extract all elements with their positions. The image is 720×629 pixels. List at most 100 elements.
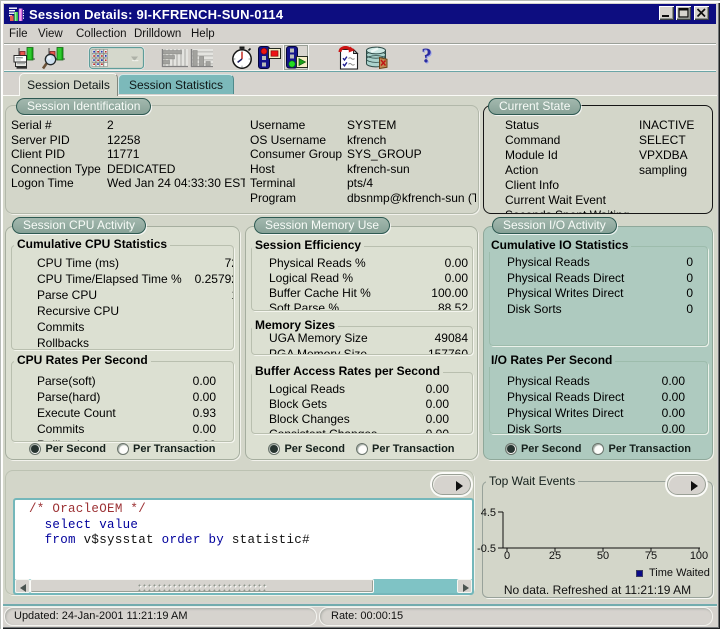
stat-row: Commits [37,319,234,335]
per-transaction-radio[interactable] [592,443,604,455]
print-chart-icon[interactable] [13,47,39,75]
row-value [639,193,710,208]
menu-item-view[interactable]: View [38,28,63,40]
stat-value: 0.00 [662,389,685,405]
group-title: Cumulative IO Statistics [488,239,631,252]
close-button[interactable] [694,6,709,20]
chart-type-dropdown[interactable] [88,46,145,75]
menu-item-collection[interactable]: Collection [76,28,127,40]
stat-row: Physical Writes Direct0.00 [507,405,685,421]
x-tick-label: 0 [492,550,522,562]
row-label: Consumer Group [250,147,347,162]
app-window: Session Details: 9I-KFRENCH-SUN-0114 Fil… [0,0,720,629]
session-io-activity-panel: Physical Reads0Physical Reads Direct0Phy… [483,226,713,460]
stat-row: Rollbacks0.00 [37,437,216,442]
per-transaction-radio[interactable] [117,443,129,455]
scrollbar-track[interactable] [374,579,457,593]
menu-bar: File View Collection Drilldown Help [4,25,716,43]
stat-row: Physical Reads %0.00 [269,256,468,271]
per-second-radio[interactable] [29,443,41,455]
per-second-radio[interactable] [268,443,280,455]
stat-row: Parse CPU1 [37,287,234,303]
status-updated: Updated: 24-Jan-2001 11:21:19 AM [4,607,317,626]
stat-label: Disk Sorts [507,421,662,434]
sql-code: /* OracleOEM */ select value from v$syss… [15,500,472,549]
stat-row: Physical Reads Direct0 [507,271,693,287]
session-id-right-column: UsernameSYSTEMOS UsernamekfrenchConsumer… [250,118,476,206]
row-value: VPXDBA [639,148,710,163]
current-state-panel: StatusINACTIVECommandSELECTModule IdVPXD… [483,105,713,214]
stop-collection-icon[interactable] [258,46,281,74]
kv-row: Logon TimeWed Jan 24 04:33:30 EST [11,176,245,191]
scroll-right-icon[interactable] [457,579,472,593]
database-icon[interactable] [365,46,389,74]
stat-value: 0.00 [445,256,468,271]
row-value: INACTIVE [639,118,710,133]
top-wait-events-title: Top Wait Events [486,474,578,488]
row-label: Current Wait Event [505,193,639,208]
stat-label: Rollbacks [37,335,234,350]
stat-value: 0.93 [193,405,216,421]
kv-row: StatusINACTIVE [505,118,710,133]
stopwatch-icon[interactable] [231,46,253,75]
memory-radio-row: Per Second Per Transaction [246,443,477,455]
maximize-button[interactable] [676,6,691,20]
stat-label: Logical Reads [269,382,426,397]
vertical-bar-chart-icon[interactable] [190,49,213,73]
row-value [639,178,710,193]
kv-row: Seconds Spent Waiting [505,208,710,214]
sql-line: from v$sysstat order by statistic# [15,533,472,549]
per-second-radio[interactable] [505,443,517,455]
sql-text-area[interactable]: /* OracleOEM */ select value from v$syss… [13,498,474,595]
row-value: Wed Jan 24 04:33:30 EST [107,176,245,191]
row-value: sampling [639,163,710,178]
per-transaction-radio[interactable] [356,443,368,455]
chart-legend: Time Waited [636,567,710,579]
tab-session-details[interactable]: Session Details [19,73,118,96]
session-efficiency-group: Physical Reads %0.00Logical Read %0.00Bu… [251,246,473,311]
scroll-left-icon[interactable] [15,579,30,593]
stat-value: 0.00 [193,437,216,442]
help-icon[interactable]: ? ? [419,46,439,75]
stat-value: 0.00 [445,271,468,286]
kv-row: UsernameSYSTEM [250,118,476,133]
row-label: Seconds Spent Waiting [505,208,639,214]
stat-value: 0.25792 [195,271,234,287]
minimize-button[interactable] [659,6,674,20]
row-value: kfrench [347,133,476,148]
cumulative-io-statistics-group: Physical Reads0Physical Reads Direct0Phy… [489,246,708,346]
menu-item-drilldown[interactable]: Drilldown [134,28,181,40]
stat-value: 157760 [428,347,468,356]
tab-session-statistics[interactable]: Session Statistics [118,74,234,94]
per-second-label: Per Second [284,443,345,455]
title-bar[interactable]: Session Details: 9I-KFRENCH-SUN-0114 [4,4,716,24]
sql-statement-panel: /* OracleOEM */ select value from v$syss… [5,470,474,595]
stat-row: Consistent Changes0.00 [269,427,449,434]
stat-value: 0 [686,286,693,302]
stat-value: 72 [225,255,234,271]
sql-expand-button[interactable] [432,474,471,495]
stat-row: Buffer Cache Hit %100.00 [269,286,468,301]
stat-label: CPU Time/Elapsed Time % [37,271,195,287]
find-chart-icon[interactable] [42,47,66,75]
stat-label: Logical Read % [269,271,445,286]
stat-value: 0.00 [193,373,216,389]
group-title: Buffer Access Rates per Second [252,365,443,378]
x-tick-label: 25 [540,550,570,562]
row-value: kfrench-sun [347,162,476,177]
row-label: Terminal [250,176,347,191]
stat-value: 0.00 [426,427,449,434]
row-label: Client Info [505,178,639,193]
report-icon[interactable] [338,46,360,75]
stat-rows: Parse(soft)0.00Parse(hard)0.00Execute Co… [12,373,233,442]
horizontal-scrollbar[interactable] [15,579,472,593]
wait-events-expand-button[interactable] [667,474,706,495]
start-collection-icon[interactable] [283,44,309,76]
horizontal-bar-chart-icon[interactable] [161,49,188,73]
stat-rows: Logical Reads0.00Block Gets0.00Block Cha… [252,382,472,434]
menu-item-help[interactable]: Help [191,28,215,40]
row-value: 12258 [107,133,245,148]
scrollbar-thumb[interactable] [30,579,374,593]
current-state-header: Current State [488,98,581,115]
menu-item-file[interactable]: File [9,28,28,40]
